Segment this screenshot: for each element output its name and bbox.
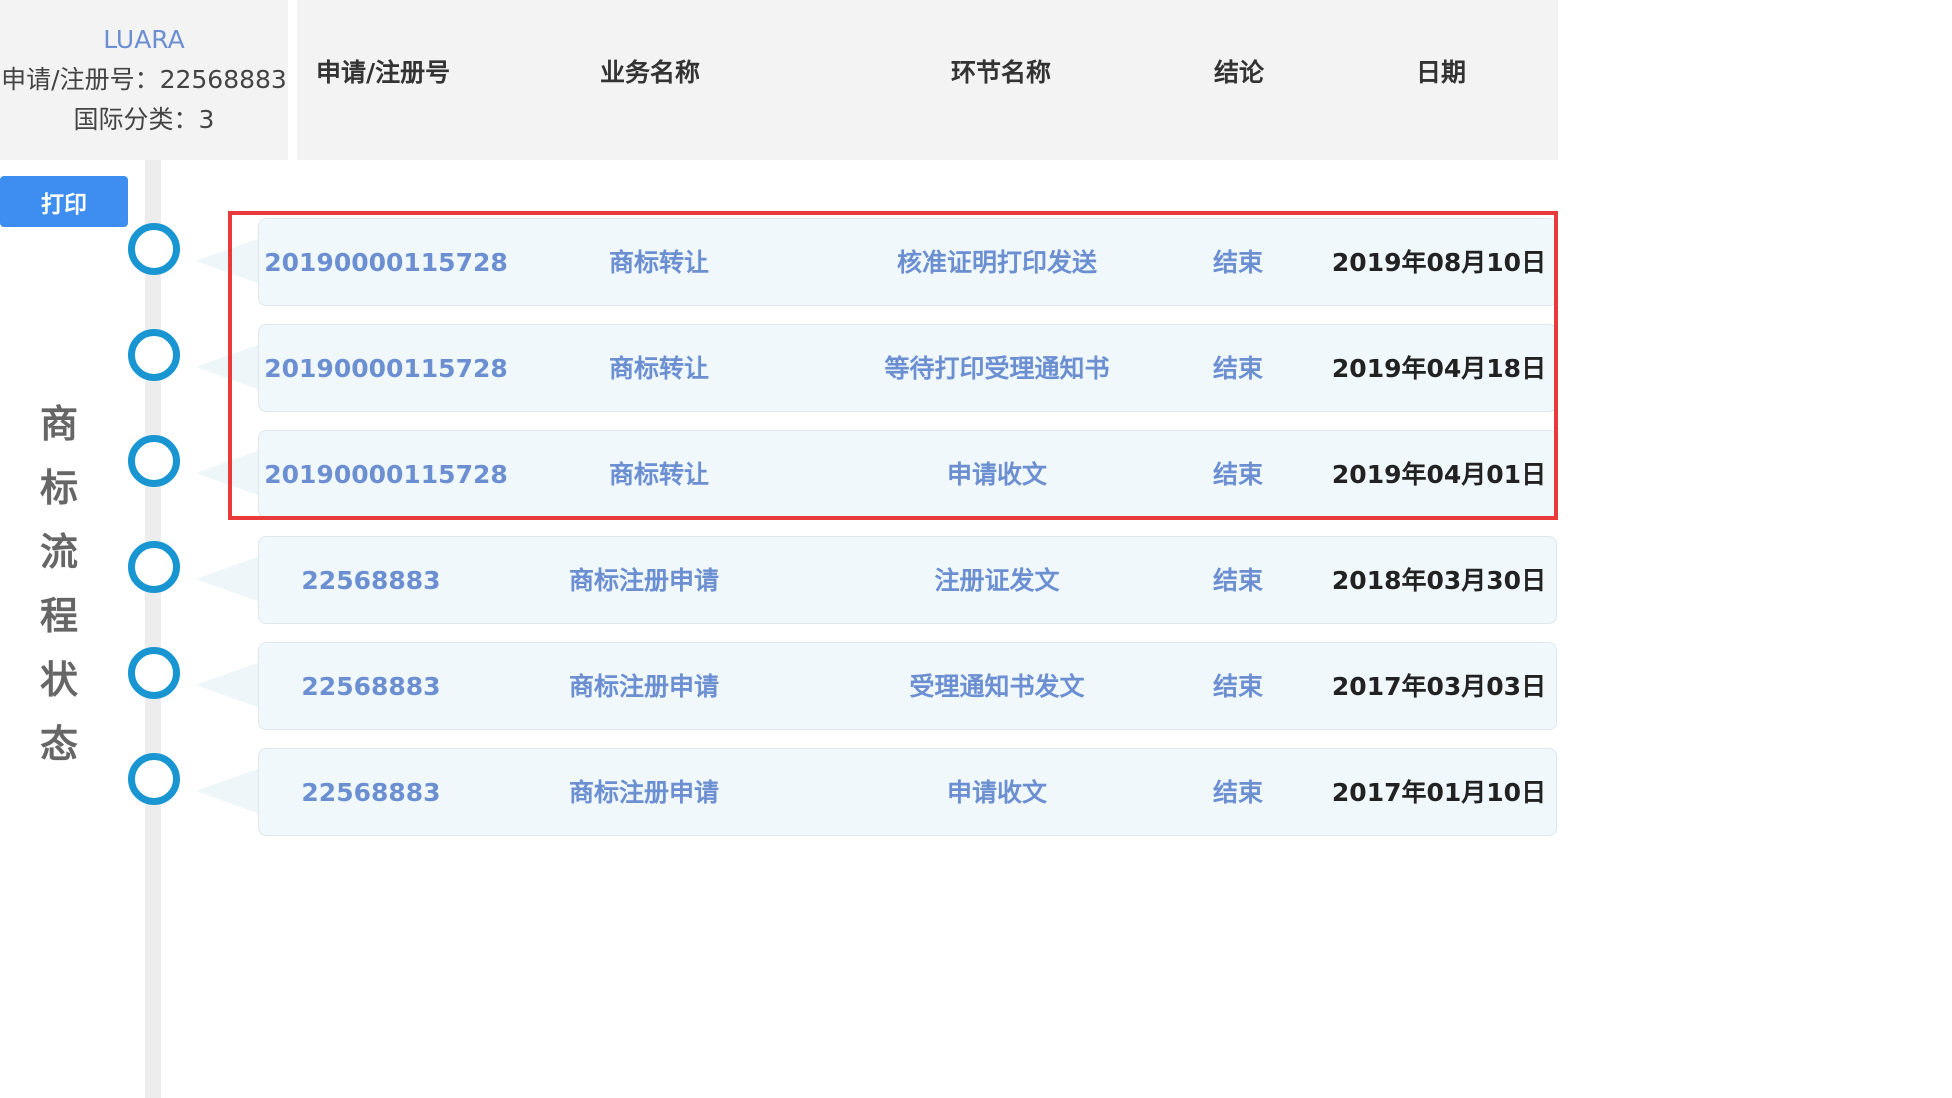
header-conclusion: 结论	[1214, 58, 1265, 87]
cell-business: 商标注册申请	[568, 778, 720, 807]
table-header: 申请/注册号 业务名称 环节名称 结论 日期	[297, 0, 1558, 160]
side-title-char: 流	[39, 530, 78, 574]
timeline-node	[128, 541, 180, 593]
header-stage: 环节名称	[951, 58, 1052, 87]
cell-stage: 申请收文	[946, 778, 1048, 807]
print-button[interactable]: 打印	[0, 176, 128, 227]
cell-reg-no: 22568883	[301, 566, 441, 595]
cell-conclusion: 结束	[1212, 778, 1264, 807]
table-row: 22568883 商标注册申请 注册证发文 结束 2018年03月30日	[258, 536, 1557, 624]
side-title-char: 程	[39, 594, 78, 638]
table-row: 22568883 商标注册申请 申请收文 结束 2017年01月10日	[258, 748, 1557, 836]
cell-reg-no: 22568883	[301, 778, 441, 807]
cell-stage: 注册证发文	[934, 566, 1060, 595]
cell-date: 2017年03月03日	[1331, 672, 1547, 701]
trademark-name: LUARA	[103, 25, 185, 54]
side-title-char: 标	[39, 466, 78, 510]
timeline-node	[128, 223, 180, 275]
international-class: 国际分类：3	[73, 105, 215, 134]
header-date: 日期	[1416, 58, 1467, 87]
cell-conclusion: 结束	[1212, 566, 1264, 595]
row-pointer	[196, 662, 260, 708]
timeline-node	[128, 753, 180, 805]
side-title-char: 商	[39, 402, 78, 446]
cell-business: 商标注册申请	[568, 672, 720, 701]
row-pointer	[196, 556, 260, 602]
timeline-node	[128, 647, 180, 699]
side-title-char: 态	[39, 722, 78, 766]
process-status-title: 商 标 流 程 状 态	[36, 392, 82, 776]
cell-stage: 受理通知书发文	[909, 672, 1085, 701]
header-business: 业务名称	[600, 58, 701, 87]
cell-date: 2017年01月10日	[1331, 778, 1547, 807]
side-title-char: 状	[39, 658, 78, 702]
timeline-node	[128, 329, 180, 381]
timeline-node	[128, 435, 180, 487]
cell-date: 2018年03月30日	[1331, 566, 1547, 595]
cell-business: 商标注册申请	[568, 566, 720, 595]
highlight-box	[228, 211, 1558, 520]
registration-number: 申请/注册号：22568883	[1, 65, 287, 94]
cell-reg-no: 22568883	[301, 672, 441, 701]
trademark-info-panel: LUARA 申请/注册号：22568883 国际分类：3	[0, 0, 288, 160]
timeline-track	[145, 160, 161, 1098]
header-reg-no: 申请/注册号	[316, 58, 451, 87]
table-row: 22568883 商标注册申请 受理通知书发文 结束 2017年03月03日	[258, 642, 1557, 730]
row-pointer	[196, 768, 260, 814]
cell-conclusion: 结束	[1212, 672, 1264, 701]
